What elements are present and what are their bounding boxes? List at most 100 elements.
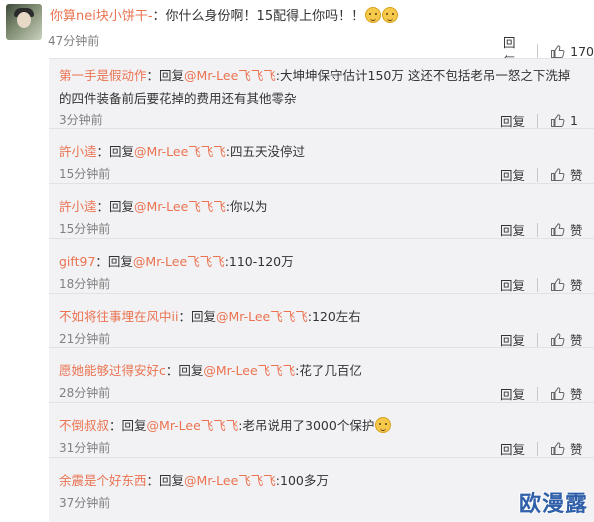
reply-line: 余震是个好东西：回复@Mr-Lee飞飞飞:100多万 — [59, 472, 329, 490]
thumbs-up-icon — [550, 441, 565, 456]
reply-item: 愿她能够过得安好c：回复@Mr-Lee飞飞飞:花了几百亿 28分钟前 回复 赞 — [49, 348, 594, 403]
reply-line: 許小逵：回复@Mr-Lee飞飞飞:你以为 — [59, 198, 268, 216]
reply-mention[interactable]: @Mr-Lee飞飞飞 — [147, 418, 239, 433]
reply-text: :花了几百亿 — [295, 363, 362, 378]
reply-button[interactable]: 回复 — [500, 111, 525, 130]
divider — [537, 44, 539, 58]
like-button[interactable]: 赞 — [550, 275, 583, 294]
reply-mention[interactable]: @Mr-Lee飞飞飞 — [133, 254, 225, 269]
reply-item: gift97：回复@Mr-Lee飞飞飞:110-120万 18分钟前 回复 赞 — [49, 239, 594, 294]
comment-username[interactable]: 你算nei块小饼干- — [50, 9, 153, 24]
thumbs-up-icon — [550, 277, 565, 292]
reply-prefix: ：回复 — [96, 199, 135, 214]
reply-button[interactable]: 回复 — [500, 330, 525, 349]
reply-mention[interactable]: @Mr-Lee飞飞飞 — [216, 309, 308, 324]
reply-time: 15分钟前 — [59, 222, 111, 236]
like-button[interactable]: 赞 — [550, 330, 583, 349]
emoji-icon — [382, 7, 399, 23]
comment-time: 47分钟前 — [48, 34, 100, 48]
reply-actions: 回复 赞 — [500, 275, 583, 294]
emoji-icon — [375, 417, 392, 433]
reply-actions: 回复 赞 — [500, 330, 583, 349]
like-count: 赞 — [570, 333, 583, 348]
reply-actions: 回复 1 — [500, 111, 578, 130]
reply-line: gift97：回复@Mr-Lee飞飞飞:110-120万 — [59, 253, 294, 271]
reply-username[interactable]: 許小逵 — [59, 199, 97, 214]
reply-time: 15分钟前 — [59, 167, 111, 181]
top-comment: 你算nei块小饼干-：你什么身份啊！15配得上你吗！！ 47分钟前 回复 170 — [0, 0, 594, 69]
reply-username[interactable]: 余震是个好东西 — [59, 473, 147, 488]
like-button[interactable]: 赞 — [550, 165, 583, 184]
reply-button[interactable]: 回复 — [500, 165, 525, 184]
reply-time: 3分钟前 — [59, 113, 103, 127]
emoji-icon — [365, 7, 382, 23]
reply-item: 第一手是假动作：回复@Mr-Lee飞飞飞:大坤坤保守估计150万 这还不包括老吊… — [49, 59, 594, 129]
divider — [537, 222, 539, 237]
reply-time: 37分钟前 — [59, 496, 111, 510]
reply-text: :110-120万 — [224, 254, 294, 269]
like-count: 赞 — [570, 442, 583, 457]
reply-text-continued: 的四件装备前后要花掉的费用还有其他零杂 — [59, 91, 297, 106]
like-button[interactable]: 170 — [550, 44, 594, 59]
like-count: 170 — [570, 43, 594, 59]
reply-time: 18分钟前 — [59, 277, 111, 291]
divider — [537, 332, 539, 347]
avatar[interactable] — [6, 4, 42, 40]
reply-text: :120左右 — [307, 309, 361, 324]
reply-text: :100多万 — [275, 473, 329, 488]
divider — [537, 277, 539, 292]
like-count: 赞 — [570, 387, 583, 402]
reply-prefix: ：回复 — [109, 418, 147, 433]
reply-mention[interactable]: @Mr-Lee飞飞飞 — [203, 363, 295, 378]
reply-line: 第一手是假动作：回复@Mr-Lee飞飞飞:大坤坤保守估计150万 这还不包括老吊… — [59, 67, 570, 85]
like-button[interactable]: 赞 — [550, 384, 583, 403]
reply-button[interactable]: 回复 — [500, 384, 525, 403]
like-button[interactable]: 赞 — [550, 439, 583, 458]
reply-username[interactable]: gift97 — [59, 254, 95, 269]
reply-item: 許小逵：回复@Mr-Lee飞飞飞:你以为 15分钟前 回复 赞 — [49, 184, 594, 239]
reply-actions: 回复 赞 — [500, 439, 583, 458]
reply-prefix: ：回复 — [96, 144, 135, 159]
reply-list: 第一手是假动作：回复@Mr-Lee飞飞飞:大坤坤保守估计150万 这还不包括老吊… — [49, 58, 594, 522]
avatar-face — [17, 12, 31, 28]
reply-actions: 回复 赞 — [500, 220, 583, 239]
like-button[interactable]: 1 — [550, 113, 578, 128]
divider — [537, 167, 539, 182]
reply-mention[interactable]: @Mr-Lee飞飞飞 — [184, 473, 276, 488]
like-count: 赞 — [570, 168, 583, 183]
reply-prefix: ：回复 — [95, 254, 133, 269]
reply-prefix: ：回复 — [146, 473, 185, 488]
reply-prefix: ：回复 — [165, 363, 204, 378]
divider — [537, 113, 539, 128]
comment-line: 你算nei块小饼干-：你什么身份啊！15配得上你吗！！ — [50, 7, 399, 26]
reply-mention[interactable]: @Mr-Lee飞飞飞 — [134, 144, 226, 159]
reply-line: 不如将往事埋在风中ii：回复@Mr-Lee飞飞飞:120左右 — [59, 308, 361, 326]
reply-time: 28分钟前 — [59, 386, 111, 400]
reply-username[interactable]: 不如将往事埋在风中ii — [59, 309, 178, 324]
reply-item: 不倒叔叔：回复@Mr-Lee飞飞飞:老吊说用了3000个保护 31分钟前 回复 … — [49, 403, 594, 458]
reply-line: 許小逵：回复@Mr-Lee飞飞飞:四五天没停过 — [59, 143, 305, 161]
thumbs-up-icon — [550, 44, 565, 59]
reply-mention[interactable]: @Mr-Lee飞飞飞 — [134, 199, 226, 214]
reply-time: 21分钟前 — [59, 332, 111, 346]
reply-line-2: 的四件装备前后要花掉的费用还有其他零杂 — [59, 90, 297, 108]
thumbs-up-icon — [550, 386, 565, 401]
reply-button[interactable]: 回复 — [500, 439, 525, 458]
reply-mention[interactable]: @Mr-Lee飞飞飞 — [184, 68, 276, 83]
like-button[interactable]: 赞 — [550, 220, 583, 239]
divider — [537, 386, 539, 401]
reply-line: 不倒叔叔：回复@Mr-Lee飞飞飞:老吊说用了3000个保护 — [59, 417, 392, 435]
watermark: 欧漫露 — [518, 492, 588, 517]
reply-item: 不如将往事埋在风中ii：回复@Mr-Lee飞飞飞:120左右 21分钟前 回复 … — [49, 294, 594, 348]
reply-button[interactable]: 回复 — [500, 220, 525, 239]
comment-text: ：你什么身份啊！15配得上你吗！！ — [152, 9, 365, 24]
reply-prefix: ：回复 — [146, 68, 185, 83]
reply-button[interactable]: 回复 — [500, 275, 525, 294]
reply-username[interactable]: 許小逵 — [59, 144, 97, 159]
reply-actions: 回复 赞 — [500, 384, 583, 403]
reply-username[interactable]: 愿她能够过得安好c — [59, 363, 166, 378]
reply-text: :老吊说用了3000个保护 — [238, 418, 375, 433]
reply-text: :大坤坤保守估计150万 这还不包括老吊一怒之下洗掉 — [275, 68, 571, 83]
reply-username[interactable]: 第一手是假动作 — [59, 68, 147, 83]
reply-username[interactable]: 不倒叔叔 — [59, 418, 109, 433]
